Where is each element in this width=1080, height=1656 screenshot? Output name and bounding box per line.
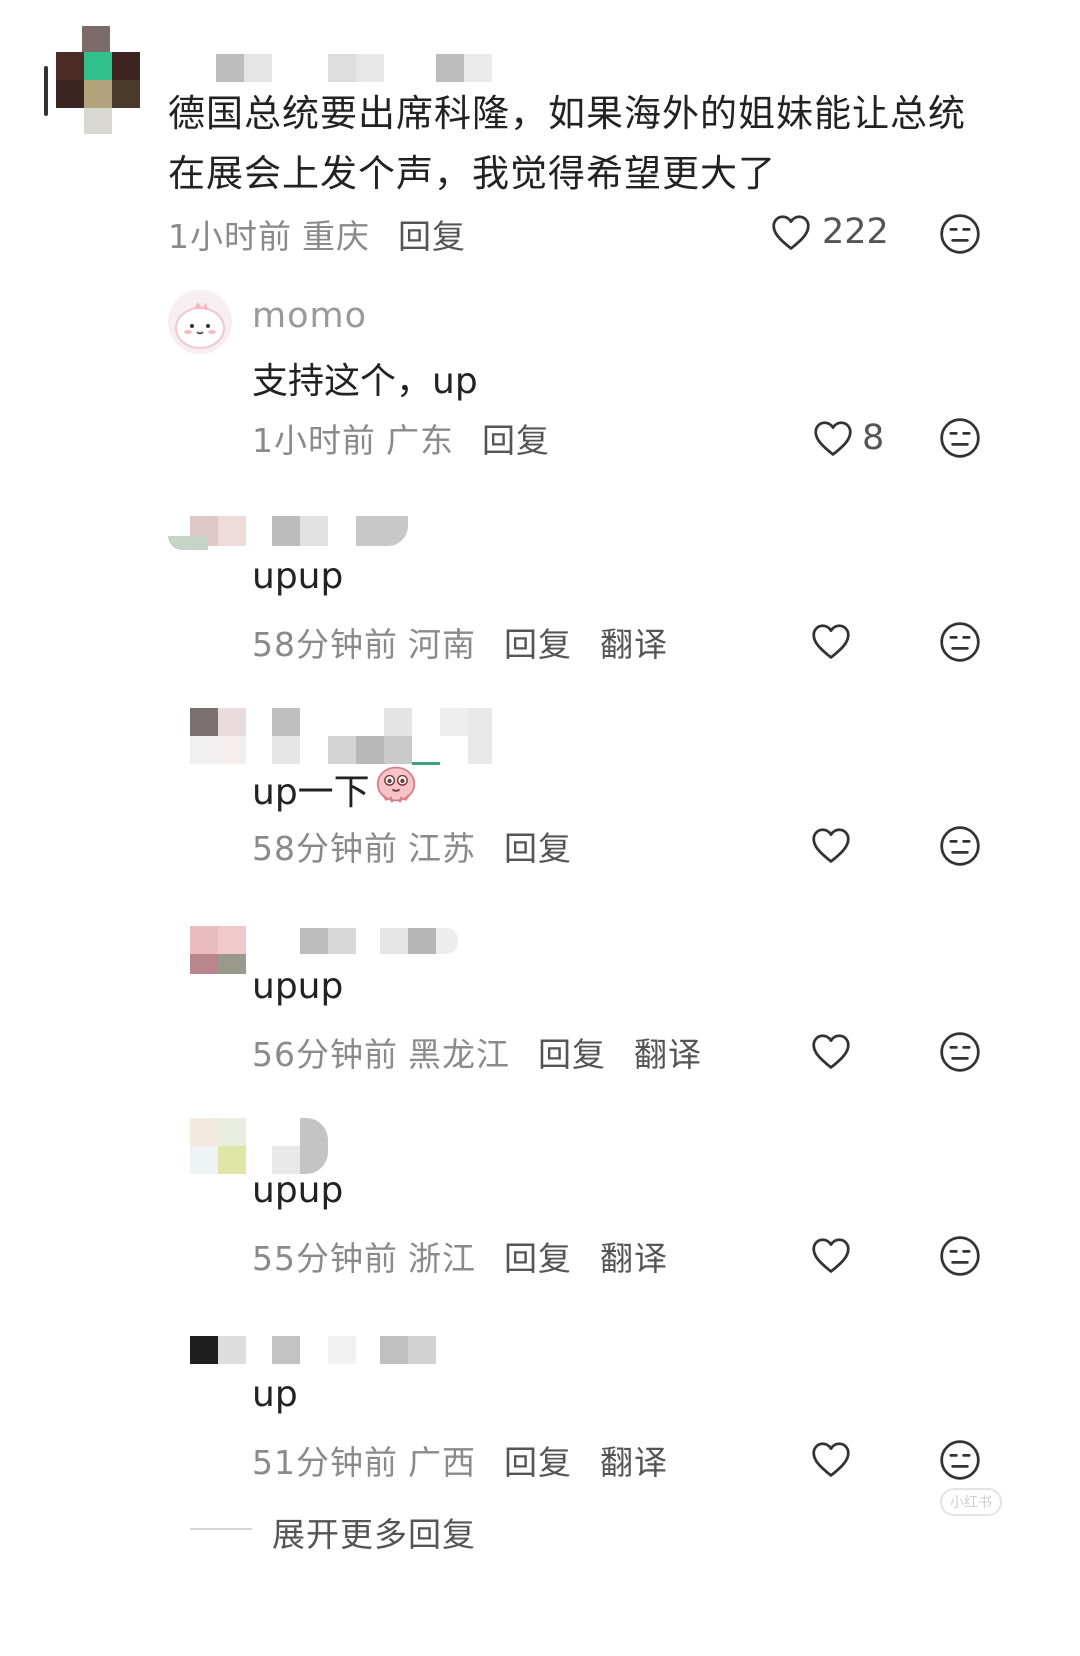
comment-location: 重庆 — [302, 217, 370, 256]
reply-time: 58分钟前 — [252, 625, 398, 664]
dislike-button[interactable] — [938, 1438, 982, 1482]
neutral-face-icon — [938, 1438, 982, 1482]
like-button[interactable] — [810, 622, 852, 660]
heart-outline-icon — [810, 1236, 852, 1274]
reply-location: 河南 — [408, 625, 476, 664]
dislike-button[interactable] — [938, 416, 982, 460]
dislike-button[interactable] — [938, 1030, 982, 1074]
reply-text: upup — [252, 966, 344, 1007]
dislike-button[interactable] — [938, 824, 982, 868]
pleading-emoji-icon — [374, 762, 418, 815]
heart-outline-icon — [770, 213, 812, 251]
reply-button[interactable]: 回复 — [538, 1035, 606, 1074]
like-button[interactable] — [810, 826, 852, 864]
heart-outline-icon — [812, 419, 854, 457]
like-button[interactable]: 8 — [812, 418, 884, 458]
dislike-button[interactable] — [938, 212, 982, 256]
dislike-button[interactable] — [938, 620, 982, 664]
reply-text: up一下 — [252, 762, 418, 815]
like-button[interactable] — [810, 1032, 852, 1070]
reply-location: 江苏 — [408, 829, 476, 868]
reply-location: 浙江 — [408, 1239, 476, 1278]
translate-button[interactable]: 翻译 — [600, 625, 668, 664]
reply-meta: 51分钟前 广西 回复 翻译 — [252, 1436, 668, 1484]
reply-location: 广东 — [386, 421, 454, 460]
reply-meta: 55分钟前 浙江 回复 翻译 — [252, 1232, 668, 1280]
main-username[interactable] — [216, 54, 496, 82]
comment-time: 1小时前 — [168, 217, 292, 256]
reply-avatar[interactable] — [168, 516, 248, 554]
neutral-face-icon — [938, 416, 982, 460]
reply-username[interactable] — [272, 516, 412, 546]
reply-avatar[interactable] — [190, 1118, 246, 1174]
reply-location: 黑龙江 — [408, 1035, 510, 1074]
dislike-button[interactable] — [938, 1234, 982, 1278]
like-button[interactable]: 222 — [770, 212, 889, 252]
main-comment-meta: 1小时前 重庆 回复 — [168, 210, 466, 258]
main-avatar[interactable] — [44, 26, 140, 134]
reply-avatar[interactable] — [190, 708, 246, 764]
reply-text-content: up一下 — [252, 771, 370, 813]
neutral-face-icon — [938, 212, 982, 256]
reply-meta: 58分钟前 江苏 回复 — [252, 822, 572, 870]
reply-username[interactable] — [272, 708, 494, 765]
watermark: 小红书 — [940, 1488, 1002, 1516]
translate-button[interactable]: 翻译 — [600, 1443, 668, 1482]
reply-meta: 1小时前 广东 回复 — [252, 414, 550, 462]
reply-button[interactable]: 回复 — [482, 421, 550, 460]
reply-avatar[interactable] — [168, 290, 232, 354]
reply-button[interactable]: 回复 — [504, 829, 572, 868]
neutral-face-icon — [938, 1234, 982, 1278]
like-count: 8 — [862, 418, 885, 458]
reply-button[interactable]: 回复 — [504, 625, 572, 664]
expand-more-replies-button[interactable]: 展开更多回复 — [272, 1508, 476, 1556]
reply-time: 56分钟前 — [252, 1035, 398, 1074]
reply-avatar[interactable] — [190, 1336, 246, 1364]
heart-outline-icon — [810, 1032, 852, 1070]
reply-location: 广西 — [408, 1443, 476, 1482]
heart-outline-icon — [810, 622, 852, 660]
heart-outline-icon — [810, 826, 852, 864]
reply-time: 55分钟前 — [252, 1239, 398, 1278]
expand-divider — [190, 1528, 252, 1530]
neutral-face-icon — [938, 824, 982, 868]
reply-time: 1小时前 — [252, 421, 376, 460]
reply-meta: 56分钟前 黑龙江 回复 翻译 — [252, 1028, 702, 1076]
reply-time: 58分钟前 — [252, 829, 398, 868]
reply-text: upup — [252, 1170, 344, 1211]
heart-outline-icon — [810, 1440, 852, 1478]
reply-avatar[interactable] — [190, 926, 246, 974]
reply-username[interactable] — [272, 1336, 442, 1364]
reply-text: upup — [252, 556, 344, 597]
like-button[interactable] — [810, 1440, 852, 1478]
reply-text: 支持这个，up — [252, 361, 478, 402]
reply-meta: 58分钟前 河南 回复 翻译 — [252, 618, 668, 666]
reply-button[interactable]: 回复 — [504, 1239, 572, 1278]
reply-button[interactable]: 回复 — [398, 217, 466, 256]
neutral-face-icon — [938, 1030, 982, 1074]
like-button[interactable] — [810, 1236, 852, 1274]
translate-button[interactable]: 翻译 — [634, 1035, 702, 1074]
reply-username[interactable] — [272, 1118, 328, 1174]
main-comment-text: 德国总统要出席科隆，如果海外的姐妹能让总统在展会上发个声，我觉得希望更大了 — [168, 92, 966, 195]
neutral-face-icon — [938, 620, 982, 664]
reply-button[interactable]: 回复 — [504, 1443, 572, 1482]
like-count: 222 — [822, 212, 889, 252]
cartoon-avatar-icon — [175, 302, 225, 349]
reply-time: 51分钟前 — [252, 1443, 398, 1482]
reply-username[interactable]: momo — [252, 296, 367, 336]
translate-button[interactable]: 翻译 — [600, 1239, 668, 1278]
reply-text: up — [252, 1374, 298, 1415]
reply-username[interactable] — [300, 928, 460, 954]
